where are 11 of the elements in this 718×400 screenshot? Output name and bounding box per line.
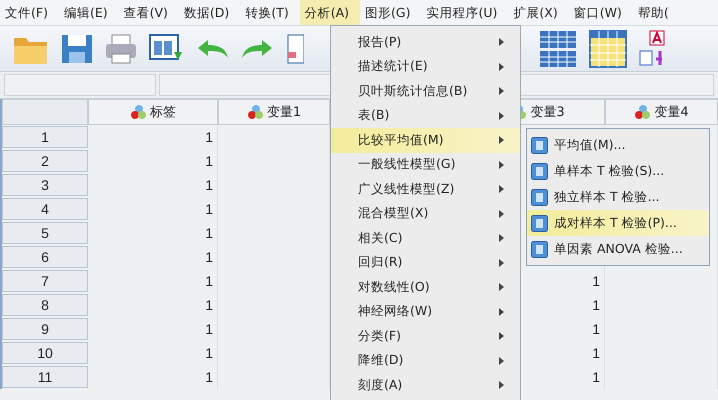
table-cell: 1 <box>88 365 218 389</box>
table-cell: 1 <box>88 269 218 293</box>
table-cell: 1 <box>88 149 218 173</box>
table-cell: 1 <box>88 293 218 317</box>
table-cell: 1 <box>88 125 218 149</box>
table-cell: 1 <box>88 173 218 197</box>
table-cell: 1 <box>88 197 218 221</box>
table-cell: 1 <box>88 221 218 245</box>
table-cell: 1 <box>88 245 218 269</box>
table-cell: 1 <box>88 317 218 341</box>
table-cell: 1 <box>88 341 218 365</box>
